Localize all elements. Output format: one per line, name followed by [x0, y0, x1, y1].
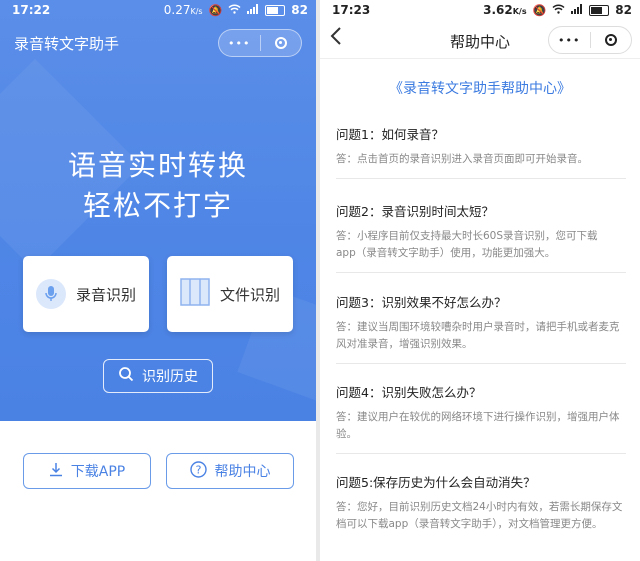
mini-program-capsule: •••: [218, 29, 302, 57]
network-speed: 3.62: [483, 3, 513, 17]
signal-icon: [571, 3, 583, 17]
question-circle-icon: ?: [189, 460, 207, 482]
faq-answer: 答：建议当周围环境较嘈杂时用户录音时，请把手机或者麦克 风对准录音，增强识别效果…: [336, 321, 620, 350]
wifi-icon: [552, 4, 565, 17]
wifi-icon: [228, 4, 241, 17]
status-bar: 17:22 0.27K/s 🔕 82: [0, 0, 316, 22]
faq-answer: 答：点击首页的录音识别进入录音页面即可开始录音。: [336, 153, 588, 165]
status-time: 17:23: [332, 3, 371, 17]
history-button[interactable]: 识别历史: [103, 359, 213, 393]
slogan-line-1: 语音实时转换: [67, 149, 248, 182]
help-center-button[interactable]: ? 帮助中心: [166, 453, 294, 489]
status-bar: 17:23 3.62K/s 🔕 82: [320, 0, 640, 22]
home-screen: 17:22 0.27K/s 🔕 82 录音转文字助手 ••• 语音实时转换 轻松…: [0, 0, 316, 561]
help-title: 《录音转文字助手帮助中心》: [389, 81, 571, 97]
nav-bar: 帮助中心 •••: [320, 22, 640, 59]
status-time: 17:22: [12, 3, 51, 17]
mute-bell-icon: 🔕: [532, 3, 547, 17]
slogan-line-2: 轻松不打字: [82, 189, 233, 222]
network-speed: 0.27: [163, 3, 191, 17]
faq-item-5: 问题5:保存历史为什么会自动消失？ 答：您好，目前识别历史文档24小时内有效，若…: [336, 472, 626, 533]
target-icon: [274, 37, 287, 49]
faq-question: 问题2：录音识别时间太短？: [336, 204, 494, 219]
faq-question: 问题1：如何录音？: [336, 127, 444, 142]
history-label: 识别历史: [142, 369, 198, 385]
more-dots-icon: •••: [228, 36, 251, 50]
battery-icon: [265, 4, 286, 16]
close-capsule-button[interactable]: [261, 30, 302, 56]
svg-text:?: ?: [195, 463, 201, 476]
network-speed-unit: K/s: [190, 7, 203, 16]
battery-level: 82: [291, 3, 308, 17]
help-screen: 17:23 3.62K/s 🔕 82 帮助中心 ••• 《录音转文字助手帮助中心…: [320, 0, 640, 561]
more-dots-icon: •••: [558, 33, 581, 47]
app-title: 录音转文字助手: [14, 35, 120, 53]
faq-answer: 答：小程序目前仅支持最大时长60S录音识别，您可下载 app（录音转文字助手）使…: [336, 230, 598, 259]
mini-program-capsule: •••: [548, 26, 632, 54]
record-recognize-label: 录音识别: [75, 285, 136, 304]
more-menu-button[interactable]: •••: [219, 30, 260, 56]
download-icon: [49, 462, 63, 481]
faq-question: 问题5:保存历史为什么会自动消失？: [336, 475, 536, 490]
help-center-label: 帮助中心: [214, 464, 271, 480]
faq-question: 问题3：识别效果不好怎么办？: [336, 295, 507, 310]
more-menu-button[interactable]: •••: [549, 27, 590, 53]
battery-level: 82: [615, 3, 632, 17]
battery-icon: [589, 4, 610, 16]
network-speed-unit: K/s: [512, 7, 527, 16]
faq-question: 问题4：识别失败怎么办？: [336, 385, 482, 400]
search-icon: [118, 366, 134, 386]
file-columns-icon: [180, 278, 210, 310]
file-recognize-label: 文件识别: [219, 285, 280, 304]
file-recognize-card[interactable]: 文件识别: [167, 256, 293, 332]
download-app-label: 下载APP: [70, 464, 126, 480]
faq-item-4: 问题4：识别失败怎么办？ 答：建议用户在较优的网络环境下进行操作识别，增强用户体…: [336, 382, 626, 454]
faq-item-3: 问题3：识别效果不好怎么办？ 答：建议当周围环境较嘈杂时用户录音时，请把手机或者…: [336, 292, 626, 364]
faq-answer: 答：建议用户在较优的网络环境下进行操作识别，增强用户体 验。: [336, 411, 620, 440]
hero-banner: 17:22 0.27K/s 🔕 82 录音转文字助手 ••• 语音实时转换 轻松…: [0, 0, 316, 421]
signal-icon: [247, 3, 259, 17]
faq-item-1: 问题1：如何录音？ 答：点击首页的录音识别进入录音页面即可开始录音。: [336, 124, 626, 179]
close-capsule-button[interactable]: [591, 27, 632, 53]
faq-answer: 答：您好，目前识别历史文档24小时内有效，若需长期保存文 档可以下载app（录音…: [336, 501, 623, 530]
download-app-button[interactable]: 下载APP: [23, 453, 151, 489]
faq-item-2: 问题2：录音识别时间太短？ 答：小程序目前仅支持最大时长60S录音识别，您可下载…: [336, 201, 626, 273]
mute-bell-icon: 🔕: [208, 3, 223, 17]
record-recognize-card[interactable]: 录音识别: [23, 256, 149, 332]
target-icon: [604, 34, 617, 46]
microphone-icon: [35, 279, 66, 309]
